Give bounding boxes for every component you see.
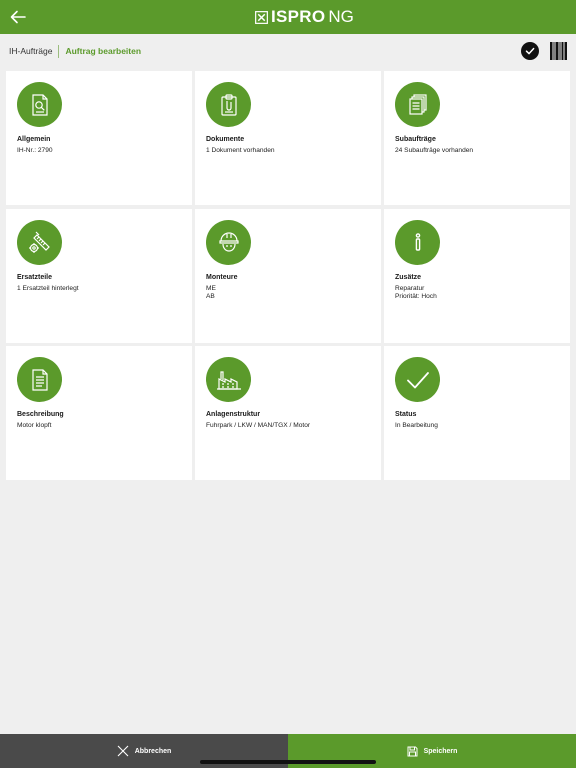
checkmark-icon [525, 47, 535, 55]
card-detail: AB [206, 292, 215, 300]
card-detail: Priorität: Hoch [395, 292, 437, 300]
logo-suffix: NG [328, 7, 354, 26]
home-indicator[interactable] [200, 760, 376, 764]
card-dokumente[interactable]: Dokumente 1 Dokument vorhanden [195, 71, 381, 205]
checkmark-icon [395, 357, 440, 402]
card-title: Ersatzteile [17, 273, 53, 281]
app-logo: ISPRO NG [255, 6, 354, 28]
barcode-scan-icon[interactable] [550, 42, 567, 60]
top-bar: ISPRO NG [0, 0, 576, 34]
order-sections-grid: Allgemein IH-Nr.: 2790 Dokumente 1 Dokum… [6, 71, 570, 480]
spare-parts-icon [17, 219, 62, 265]
save-disk-icon [407, 746, 418, 756]
card-title: Status [395, 411, 417, 418]
card-status[interactable]: Status In Bearbeitung [384, 346, 570, 480]
card-beschreibung[interactable]: Beschreibung Motor klopft [6, 346, 192, 480]
card-detail: 1 Dokument vorhanden [206, 147, 275, 154]
card-detail: 1 Ersatzteil hinterlegt [17, 284, 79, 292]
card-subauftraege[interactable]: Subaufträge 24 Subaufträge vorhanden [384, 71, 570, 205]
card-title: Zusätze [395, 273, 422, 281]
back-button[interactable] [6, 5, 30, 29]
cancel-label: Abbrechen [134, 747, 172, 755]
breadcrumb-separator [58, 44, 60, 58]
confirm-button[interactable] [521, 42, 539, 60]
info-icon [395, 219, 440, 265]
card-title: Allgemein [17, 136, 51, 143]
breadcrumb-current: Auftrag bearbeiten [65, 46, 142, 56]
text-document-icon [17, 357, 62, 402]
card-detail: Fuhrpark / LKW / MAN/TGX / Motor [206, 422, 311, 429]
worker-helmet-icon [206, 219, 251, 265]
logo-mark-icon [255, 10, 268, 24]
card-title: Beschreibung [17, 411, 64, 418]
breadcrumb: IH-Aufträge Auftrag bearbeiten [9, 44, 141, 58]
close-icon [117, 745, 129, 757]
card-monteure[interactable]: Monteure ME AB [195, 208, 381, 343]
documents-stack-icon [395, 82, 440, 127]
arrow-left-icon [10, 10, 26, 24]
card-zusaetze[interactable]: Zusätze Reparatur Priorität: Hoch [384, 208, 570, 343]
factory-icon [206, 357, 251, 402]
card-detail: IH-Nr.: 2790 [17, 147, 53, 154]
card-detail: In Bearbeitung [395, 422, 438, 429]
card-title: Monteure [206, 273, 238, 281]
card-ersatzteile[interactable]: Ersatzteile 1 Ersatzteil hinterlegt [6, 208, 192, 343]
card-title: Dokumente [206, 136, 245, 143]
logo-text: ISPRO [271, 7, 326, 26]
breadcrumb-root[interactable]: IH-Aufträge [9, 46, 52, 56]
card-detail: 24 Subaufträge vorhanden [395, 147, 474, 154]
card-detail: Reparatur [395, 284, 425, 292]
card-detail: Motor klopft [17, 422, 52, 429]
card-allgemein[interactable]: Allgemein IH-Nr.: 2790 [6, 71, 192, 205]
clipboard-icon [206, 82, 251, 127]
card-title: Anlagenstruktur [206, 411, 261, 418]
card-title: Subaufträge [395, 136, 436, 143]
save-label: Speichern [423, 747, 458, 755]
card-detail: ME [206, 284, 216, 292]
card-anlagenstruktur[interactable]: Anlagenstruktur Fuhrpark / LKW / MAN/TGX… [195, 346, 381, 480]
document-search-icon [17, 82, 62, 127]
